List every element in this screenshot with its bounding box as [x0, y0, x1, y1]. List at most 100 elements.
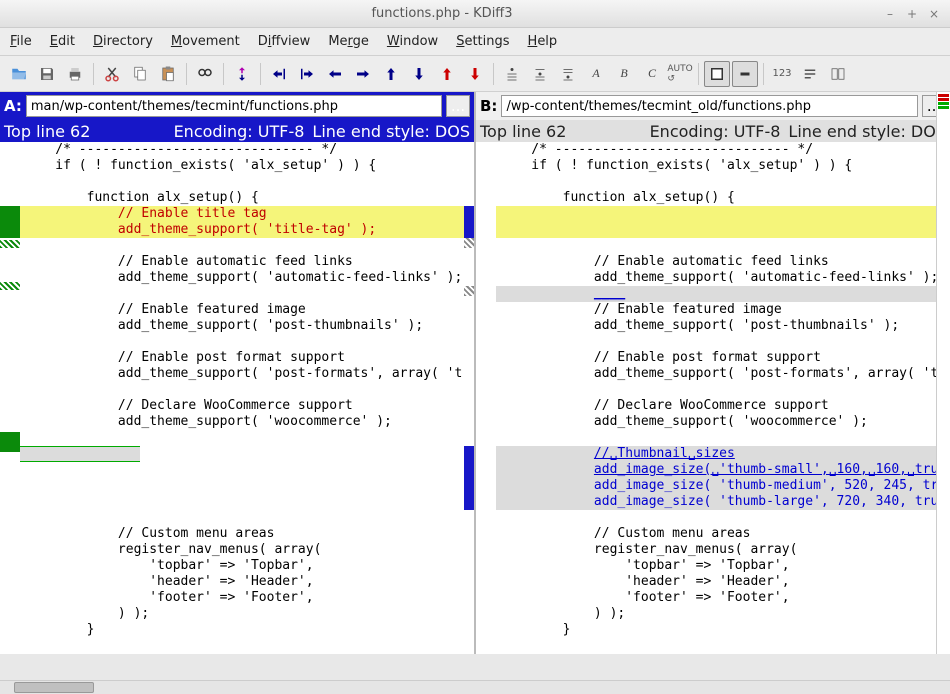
overview-ruler[interactable]	[936, 92, 950, 654]
code-line: ) );	[496, 606, 950, 622]
next-diff2-icon[interactable]	[350, 61, 376, 87]
code-line	[496, 174, 950, 190]
pane-a-browse-button[interactable]: ...	[446, 95, 470, 117]
show-lineend-button[interactable]	[732, 61, 758, 87]
choose-c-icon[interactable]	[555, 61, 581, 87]
save-icon[interactable]	[34, 61, 60, 87]
cut-icon[interactable]	[99, 61, 125, 87]
pane-b: B: ... Top line 62 Encoding: UTF-8 Line …	[476, 92, 950, 654]
print-icon[interactable]	[62, 61, 88, 87]
code-line: add_theme_support( 'automatic-feed-links…	[20, 270, 474, 286]
pane-a-path-input[interactable]	[26, 95, 442, 117]
scrollbar-thumb[interactable]	[14, 682, 94, 693]
minimize-button[interactable]: –	[882, 6, 898, 22]
menu-diffview[interactable]: Diffview	[258, 34, 311, 49]
find-icon[interactable]	[192, 61, 218, 87]
show-whitespace-button[interactable]	[704, 61, 730, 87]
code-line: add_theme_support( 'post-thumbnails' );	[20, 318, 474, 334]
maximize-button[interactable]: +	[904, 6, 920, 22]
code-line	[20, 286, 474, 302]
pane-b-infoline: Top line 62 Encoding: UTF-8 Line end sty…	[476, 120, 950, 142]
window-title: functions.php - KDiff3	[8, 6, 876, 21]
titlebar: functions.php - KDiff3 – + ×	[0, 0, 950, 28]
pane-b-lineend: Line end style: DOS	[788, 122, 946, 141]
code-line	[496, 382, 950, 398]
code-line: // Custom menu areas	[20, 526, 474, 542]
select-b-button[interactable]: B	[611, 61, 637, 87]
menu-file[interactable]: File	[10, 34, 32, 49]
pane-b-path-input[interactable]	[501, 95, 918, 117]
code-line: // Declare WooCommerce support	[20, 398, 474, 414]
close-button[interactable]: ×	[926, 6, 942, 22]
code-line: add_theme_support( 'woocommerce' );	[20, 414, 474, 430]
prev-diff-icon[interactable]	[266, 61, 292, 87]
choose-b-icon[interactable]	[527, 61, 553, 87]
wordwrap-icon[interactable]	[797, 61, 823, 87]
code-line: }	[496, 622, 950, 638]
code-line: ) );	[20, 606, 474, 622]
menu-directory[interactable]: Directory	[93, 34, 153, 49]
code-line	[496, 238, 950, 254]
up-conflict-icon[interactable]	[378, 61, 404, 87]
menu-window[interactable]: Window	[387, 34, 438, 49]
split-icon[interactable]	[825, 61, 851, 87]
menu-settings[interactable]: Settings	[456, 34, 509, 49]
code-line	[20, 462, 474, 478]
toolbar-separator	[698, 63, 699, 85]
down-conflict-icon[interactable]	[406, 61, 432, 87]
diff-marker	[464, 206, 474, 238]
toolbar: A B C AUTO↺ 123	[0, 56, 950, 92]
copy-icon[interactable]	[127, 61, 153, 87]
pane-a: A: ... Top line 62 Encoding: UTF-8 Line …	[0, 92, 476, 654]
choose-a-icon[interactable]	[499, 61, 525, 87]
menu-merge[interactable]: Merge	[328, 34, 369, 49]
pane-a-encoding: Encoding: UTF-8	[174, 122, 305, 141]
open-icon[interactable]	[6, 61, 32, 87]
code-line	[496, 222, 950, 238]
paste-icon[interactable]	[155, 61, 181, 87]
code-line: //␣Thumbnail␣sizes	[496, 446, 950, 462]
up2-icon[interactable]	[434, 61, 460, 87]
code-line	[20, 174, 474, 190]
code-line	[20, 478, 474, 494]
goto-diff-icon[interactable]	[229, 61, 255, 87]
toolbar-separator	[763, 63, 764, 85]
pane-b-header: B: ...	[476, 92, 950, 120]
code-line: ____	[496, 286, 950, 302]
code-line: 'header' => 'Header',	[496, 574, 950, 590]
code-line: 'topbar' => 'Topbar',	[20, 558, 474, 574]
show-numbers-button[interactable]: 123	[769, 61, 795, 87]
code-line	[20, 494, 474, 510]
code-line: function alx_setup() {	[20, 190, 474, 206]
select-a-button[interactable]: A	[583, 61, 609, 87]
code-line	[496, 430, 950, 446]
code-line: /* ------------------------------ */	[20, 142, 474, 158]
code-line: add_theme_support( 'post-formats', array…	[20, 366, 474, 382]
next-diff-icon[interactable]	[294, 61, 320, 87]
pane-b-code[interactable]: /* ------------------------------ */ if …	[496, 142, 950, 654]
toolbar-separator	[186, 63, 187, 85]
select-c-button[interactable]: C	[639, 61, 665, 87]
pane-a-code[interactable]: /* ------------------------------ */ if …	[20, 142, 474, 654]
code-line: // Enable post format support	[20, 350, 474, 366]
diff-panes: A: ... Top line 62 Encoding: UTF-8 Line …	[0, 92, 950, 654]
toolbar-separator	[93, 63, 94, 85]
code-line	[20, 446, 140, 462]
menu-help[interactable]: Help	[528, 34, 558, 49]
pane-a-gutter	[0, 142, 20, 654]
code-line: 'header' => 'Header',	[20, 574, 474, 590]
code-line	[496, 206, 950, 222]
code-line: if ( ! function_exists( 'alx_setup' ) ) …	[496, 158, 950, 174]
menu-movement[interactable]: Movement	[171, 34, 240, 49]
code-line: add_theme_support( 'automatic-feed-links…	[496, 270, 950, 286]
menu-edit[interactable]: Edit	[50, 34, 75, 49]
prev-diff2-icon[interactable]	[322, 61, 348, 87]
horizontal-scrollbar[interactable]	[0, 680, 950, 694]
pane-b-label: B:	[480, 97, 497, 115]
code-line: if ( ! function_exists( 'alx_setup' ) ) …	[20, 158, 474, 174]
auto-icon[interactable]: AUTO↺	[667, 61, 693, 87]
code-line: // Enable featured image	[20, 302, 474, 318]
code-line	[20, 430, 474, 446]
menubar: File Edit Directory Movement Diffview Me…	[0, 28, 950, 56]
down2-icon[interactable]	[462, 61, 488, 87]
